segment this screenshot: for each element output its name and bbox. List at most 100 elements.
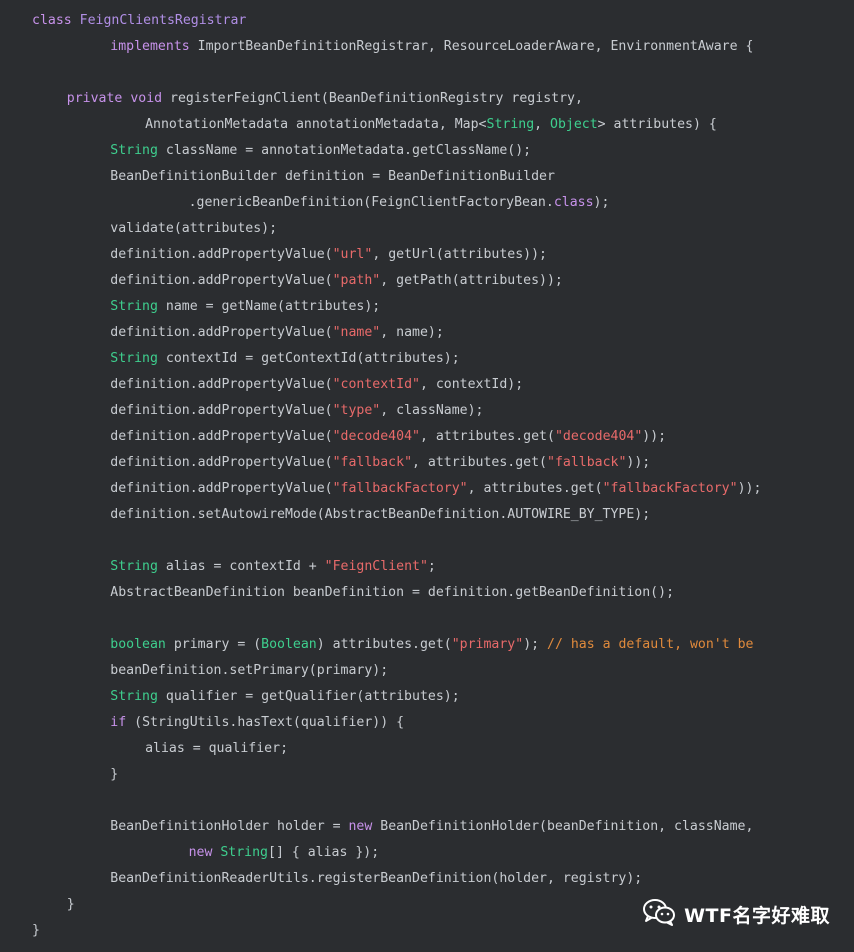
code-line: definition.addPropertyValue("decode404",… [0, 424, 854, 450]
code-token: "contextId" [332, 377, 420, 392]
code-line: if (StringUtils.hasText(qualifier)) { [0, 710, 854, 736]
code-token: new [348, 819, 381, 834]
code-line: definition.addPropertyValue("name", name… [0, 320, 854, 346]
code-line: definition.setAutowireMode(AbstractBeanD… [0, 502, 854, 528]
code-token: "fallback" [547, 455, 627, 470]
code-block: class FeignClientsRegistrar implements Im… [0, 8, 854, 944]
code-line: String alias = contextId + "FeignClient"… [0, 554, 854, 580]
code-token: , getPath(attributes)); [380, 273, 563, 288]
code-token: contextId = getContextId(attributes); [165, 351, 460, 366]
code-token: AnnotationMetadata annotationMetadata, M… [145, 117, 487, 132]
code-line: definition.addPropertyValue("type", clas… [0, 398, 854, 424]
code-token: )); [626, 455, 651, 470]
code-token: beanDefinition.setPrimary(primary); [110, 663, 389, 678]
code-token: registerFeignClient(BeanDefinitionRegist… [170, 91, 583, 106]
code-line: } [0, 762, 854, 788]
code-token: } [66, 897, 75, 912]
code-line: alias = qualifier; [0, 736, 854, 762]
code-token: if [110, 715, 135, 730]
code-token: , className); [380, 403, 484, 418]
code-token: String [110, 143, 166, 158]
code-token: "name" [332, 325, 381, 340]
code-line: String contextId = getContextId(attribut… [0, 346, 854, 372]
code-token: String [486, 117, 535, 132]
code-line: new String[] { alias }); [0, 840, 854, 866]
code-token: className = annotationMetadata.getClassN… [165, 143, 532, 158]
code-line: BeanDefinitionHolder holder = new BeanDe… [0, 814, 854, 840]
code-line: validate(attributes); [0, 216, 854, 242]
code-token: String [110, 689, 166, 704]
code-token: BeanDefinitionHolder holder = [110, 819, 349, 834]
code-token: BeanDefinitionHolder(beanDefinition, cla… [380, 819, 754, 834]
code-token: "fallbackFactory" [602, 481, 738, 496]
code-token: definition.addPropertyValue( [110, 325, 333, 340]
code-token: definition.addPropertyValue( [110, 455, 333, 470]
code-line: implements ImportBeanDefinitionRegistrar… [0, 34, 854, 60]
code-line: String className = annotationMetadata.ge… [0, 138, 854, 164]
code-token: )); [737, 481, 762, 496]
code-line: definition.addPropertyValue("url", getUr… [0, 242, 854, 268]
code-token: new [188, 845, 221, 860]
code-token: AbstractBeanDefinition beanDefinition = … [110, 585, 675, 600]
code-token: alias = qualifier; [145, 741, 289, 756]
code-line: BeanDefinitionBuilder definition = BeanD… [0, 164, 854, 190]
code-token: ); [523, 637, 548, 652]
code-token: String [110, 559, 166, 574]
code-token: definition.addPropertyValue( [110, 429, 333, 444]
code-line: beanDefinition.setPrimary(primary); [0, 658, 854, 684]
code-token: String [110, 299, 166, 314]
watermark: WTF名字好难取 [642, 898, 830, 930]
code-token: "type" [332, 403, 381, 418]
code-token: String [110, 351, 166, 366]
code-token: "url" [332, 247, 373, 262]
code-token: ); [593, 195, 610, 210]
code-token: , name); [380, 325, 444, 340]
code-token: definition.addPropertyValue( [110, 273, 333, 288]
code-token: , contextId); [419, 377, 524, 392]
code-line: class FeignClientsRegistrar [0, 8, 854, 34]
code-line: AnnotationMetadata annotationMetadata, M… [0, 112, 854, 138]
code-line: AbstractBeanDefinition beanDefinition = … [0, 580, 854, 606]
code-token: "FeignClient" [324, 559, 428, 574]
code-token: Boolean [261, 637, 317, 652]
code-line: private void registerFeignClient(BeanDef… [0, 86, 854, 112]
code-token: void [130, 91, 171, 106]
code-token: primary = ( [173, 637, 262, 652]
wechat-icon [642, 898, 676, 930]
code-token: definition.setAutowireMode(AbstractBeanD… [110, 507, 651, 522]
code-token: (StringUtils.hasText(qualifier)) { [134, 715, 405, 730]
code-token: "decode404" [332, 429, 420, 444]
code-token: alias = contextId + [165, 559, 325, 574]
code-token: "fallbackFactory" [332, 481, 468, 496]
code-token: definition.addPropertyValue( [110, 247, 333, 262]
code-line: definition.addPropertyValue("path", getP… [0, 268, 854, 294]
code-token: String [220, 845, 268, 860]
watermark-text: WTF名字好难取 [684, 904, 830, 927]
code-token: , attributes.get( [412, 455, 547, 470]
code-token: qualifier = getQualifier(attributes); [165, 689, 460, 704]
code-line: definition.addPropertyValue("contextId",… [0, 372, 854, 398]
code-token: )); [642, 429, 667, 444]
code-token: FeignClientsRegistrar [79, 13, 247, 28]
code-token: ; [427, 559, 436, 574]
code-token: , getUrl(attributes)); [372, 247, 547, 262]
code-token: , attributes.get( [467, 481, 603, 496]
code-token: > attributes) { [597, 117, 717, 132]
code-line: boolean primary = (Boolean) attributes.g… [0, 632, 854, 658]
code-token: "path" [332, 273, 381, 288]
code-token: [] { alias }); [268, 845, 380, 860]
code-line: definition.addPropertyValue("fallbackFac… [0, 476, 854, 502]
code-token: definition.addPropertyValue( [110, 481, 333, 496]
code-token: name = getName(attributes); [165, 299, 381, 314]
code-token: definition.addPropertyValue( [110, 403, 333, 418]
code-token: class [553, 195, 594, 210]
code-token: class [32, 13, 80, 28]
code-token: validate(attributes); [110, 221, 278, 236]
code-token: , [534, 117, 551, 132]
code-line: String name = getName(attributes); [0, 294, 854, 320]
code-token: ) attributes.get( [316, 637, 452, 652]
